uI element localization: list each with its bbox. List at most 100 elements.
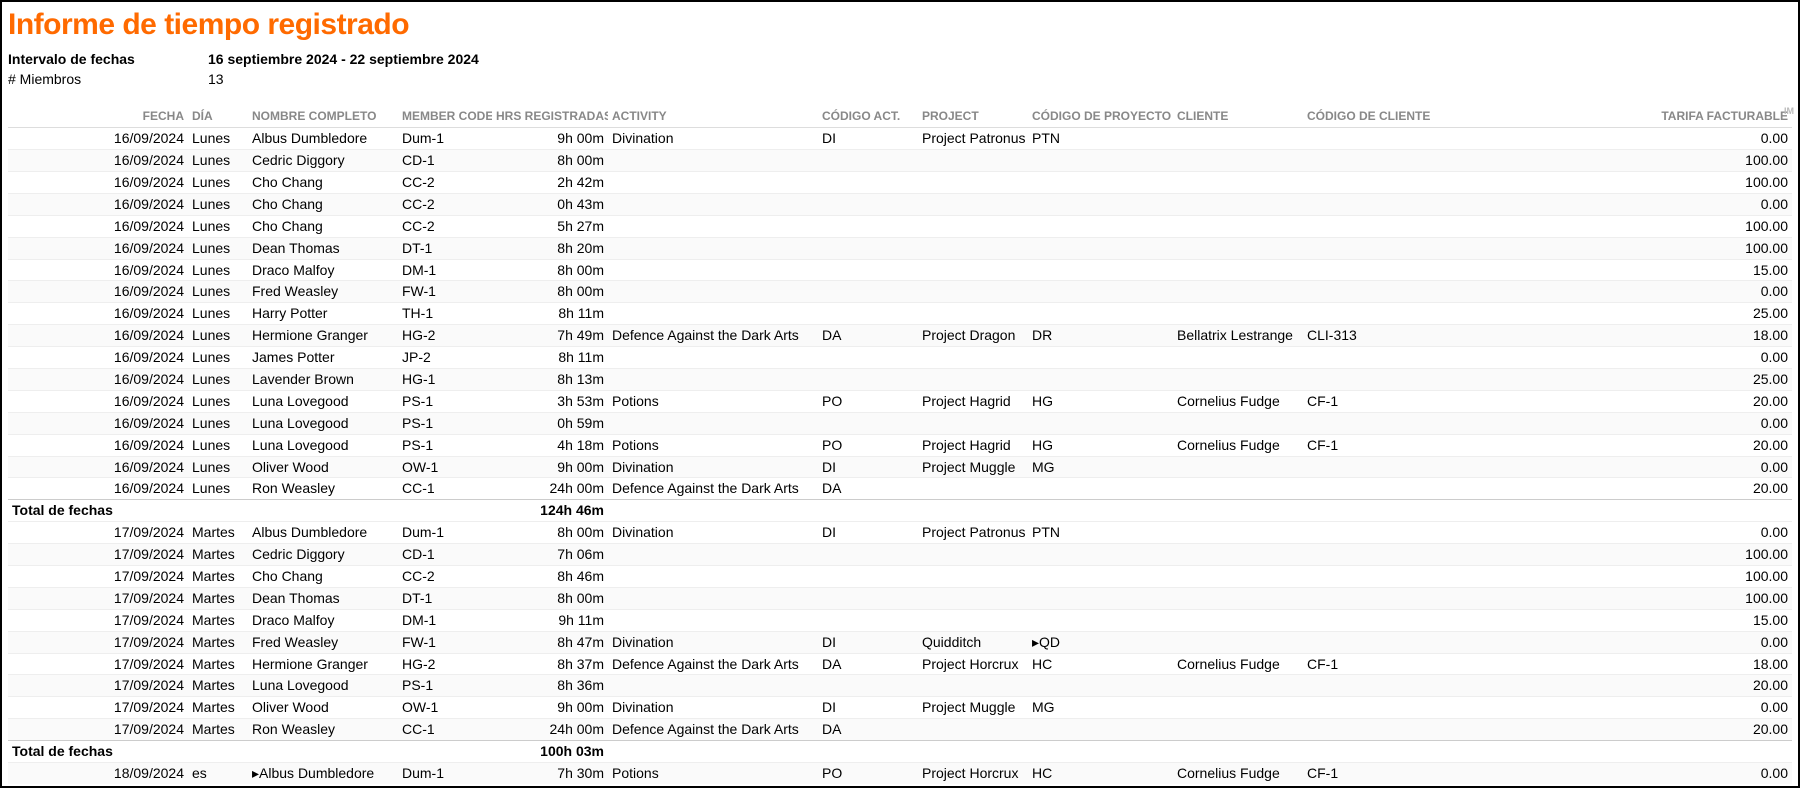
cell-acode (818, 609, 918, 631)
cell-nombre: Draco Malfoy (248, 609, 398, 631)
cell-ccode (1303, 544, 1453, 566)
table-row: 16/09/2024LunesLuna LovegoodPS-14h 18mPo… (8, 434, 1792, 456)
cell-dia: Lunes (188, 347, 248, 369)
cell-act (608, 150, 818, 172)
cell-dia: Lunes (188, 259, 248, 281)
cell-fecha: 16/09/2024 (8, 215, 188, 237)
cell-tarifa: 0.00 (1453, 281, 1792, 303)
cell-mcode: PS-1 (398, 390, 492, 412)
cell-proj: Quidditch (918, 631, 1028, 653)
cell-cliente (1173, 281, 1303, 303)
meta-members-label: # Miembros (8, 70, 208, 90)
table-row: 17/09/2024MartesOliver WoodOW-19h 00mDiv… (8, 697, 1792, 719)
cell-acode: DA (818, 653, 918, 675)
cell-nombre: Ron Weasley (248, 719, 398, 741)
cell-mcode: CD-1 (398, 544, 492, 566)
cell-proj: Project Horcrux (918, 763, 1028, 784)
cell-proj (918, 675, 1028, 697)
cell-cliente (1173, 697, 1303, 719)
cell-mcode: HG-2 (398, 653, 492, 675)
cell-act (608, 237, 818, 259)
cell-dia: Martes (188, 697, 248, 719)
cell-act: Divination (608, 631, 818, 653)
cell-ccode: CF-1 (1303, 763, 1453, 784)
cell-dia: Martes (188, 587, 248, 609)
cell-dia: Martes (188, 544, 248, 566)
cell-act (608, 412, 818, 434)
cell-act (608, 587, 818, 609)
cell-pcode: HG (1028, 390, 1173, 412)
cell-nombre: Luna Lovegood (248, 434, 398, 456)
meta-members-value: 13 (208, 70, 224, 90)
cell-tarifa: 100.00 (1453, 566, 1792, 588)
cell-tarifa: 0.00 (1453, 193, 1792, 215)
cell-tarifa: 0.00 (1453, 456, 1792, 478)
cell-acode (818, 281, 918, 303)
cell-cliente (1173, 719, 1303, 741)
cell-fecha: 17/09/2024 (8, 544, 188, 566)
cell-dia: Lunes (188, 478, 248, 500)
cell-fecha: 17/09/2024 (8, 675, 188, 697)
cell-ccode (1303, 215, 1453, 237)
column-header-pcode: Código de proyecto (1028, 107, 1173, 128)
meta-row-range: Intervalo de fechas 16 septiembre 2024 -… (8, 50, 1792, 70)
cell-ccode (1303, 587, 1453, 609)
cell-tarifa: 15.00 (1453, 259, 1792, 281)
cell-acode: PO (818, 434, 918, 456)
cell-pcode (1028, 609, 1173, 631)
cell-cliente (1173, 368, 1303, 390)
cell-act: Divination (608, 697, 818, 719)
cell-pcode (1028, 237, 1173, 259)
cell-ccode (1303, 566, 1453, 588)
cell-dia: Lunes (188, 193, 248, 215)
cell-pcode: HC (1028, 763, 1173, 784)
subtotal-row: Total de fechas100h 03m (8, 741, 1792, 763)
cell-pcode (1028, 675, 1173, 697)
cell-nombre: Harry Potter (248, 303, 398, 325)
cell-mcode: DT-1 (398, 587, 492, 609)
table-row: 17/09/2024MartesDean ThomasDT-18h 00m100… (8, 587, 1792, 609)
cell-mcode: DM-1 (398, 259, 492, 281)
cell-pcode (1028, 215, 1173, 237)
cell-pcode: HC (1028, 653, 1173, 675)
column-header-tarifa: Tarifa facturableIm (1453, 107, 1792, 128)
table-row: 17/09/2024MartesRon WeasleyCC-124h 00mDe… (8, 719, 1792, 741)
cell-nombre: Luna Lovegood (248, 390, 398, 412)
cell-cliente (1173, 303, 1303, 325)
cell-ccode (1303, 237, 1453, 259)
cell-acode: PO (818, 390, 918, 412)
meta-row-members: # Miembros 13 (8, 70, 1792, 90)
cell-cliente (1173, 566, 1303, 588)
cell-dia: Lunes (188, 325, 248, 347)
table-row: 16/09/2024LunesFred WeasleyFW-18h 00m0.0… (8, 281, 1792, 303)
table-row: 16/09/2024LunesDraco MalfoyDM-18h 00m15.… (8, 259, 1792, 281)
cell-fecha: 16/09/2024 (8, 303, 188, 325)
cell-hrs: 0h 59m (492, 412, 608, 434)
cell-mcode: PS-1 (398, 675, 492, 697)
cell-hrs: 9h 00m (492, 697, 608, 719)
cell-hrs: 24h 00m (492, 719, 608, 741)
cell-act: Potions (608, 763, 818, 784)
cell-nombre: Draco Malfoy (248, 259, 398, 281)
cell-act (608, 281, 818, 303)
cell-fecha: 17/09/2024 (8, 609, 188, 631)
cell-tarifa: 20.00 (1453, 390, 1792, 412)
cell-hrs: 9h 00m (492, 456, 608, 478)
cell-pcode: MG (1028, 456, 1173, 478)
table-row: 16/09/2024LunesLuna LovegoodPS-10h 59m0.… (8, 412, 1792, 434)
cell-dia: Lunes (188, 434, 248, 456)
table-row: 16/09/2024LunesAlbus DumbledoreDum-19h 0… (8, 128, 1792, 150)
cell-dia: Martes (188, 653, 248, 675)
subtotal-hours: 100h 03m (492, 741, 608, 763)
table-head: FechaDíaNombre completoMember codeHrs re… (8, 107, 1792, 128)
cell-dia: Lunes (188, 390, 248, 412)
cell-mcode: JP-2 (398, 347, 492, 369)
cell-dia: Lunes (188, 281, 248, 303)
column-header-mcode: Member code (398, 107, 492, 128)
subtotal-label: Total de fechas (8, 500, 492, 522)
cell-hrs: 7h 06m (492, 544, 608, 566)
cell-hrs: 8h 00m (492, 259, 608, 281)
cell-hrs: 8h 20m (492, 237, 608, 259)
cell-tarifa: 0.00 (1453, 412, 1792, 434)
cell-dia: Lunes (188, 150, 248, 172)
